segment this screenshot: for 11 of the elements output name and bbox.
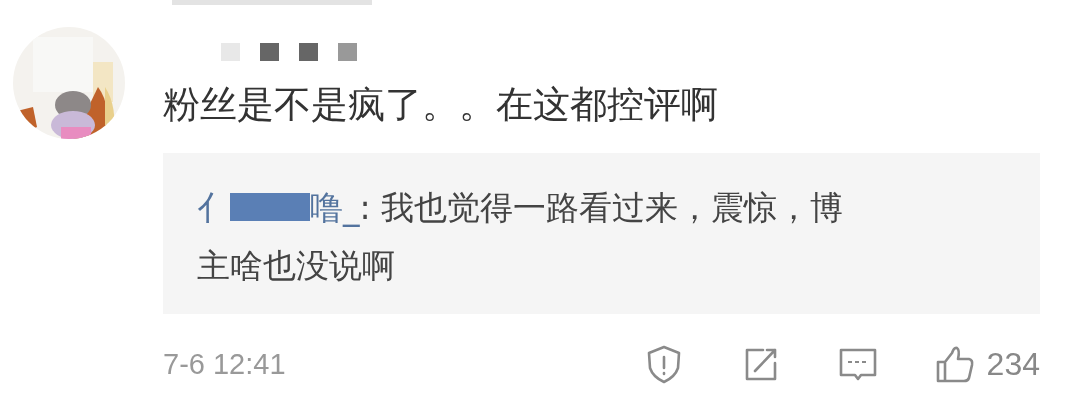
- thumbs-up-icon[interactable]: [934, 344, 975, 384]
- reply-text: 主啥也没说啊: [197, 245, 396, 287]
- like-count: 234: [986, 345, 1040, 383]
- comment-text: 粉丝是不是疯了。。在这都控评啊: [163, 82, 719, 128]
- reply-author[interactable]: 亻: [197, 188, 230, 227]
- reply-author[interactable]: 噜_: [310, 188, 360, 227]
- redaction-mark: [299, 43, 318, 61]
- timestamp: 7-6 12:41: [163, 347, 286, 381]
- redaction-mark: [338, 43, 357, 61]
- reply-text: : 我也觉得一路看过来，震惊，博: [359, 188, 844, 227]
- redaction-mark: [260, 43, 279, 61]
